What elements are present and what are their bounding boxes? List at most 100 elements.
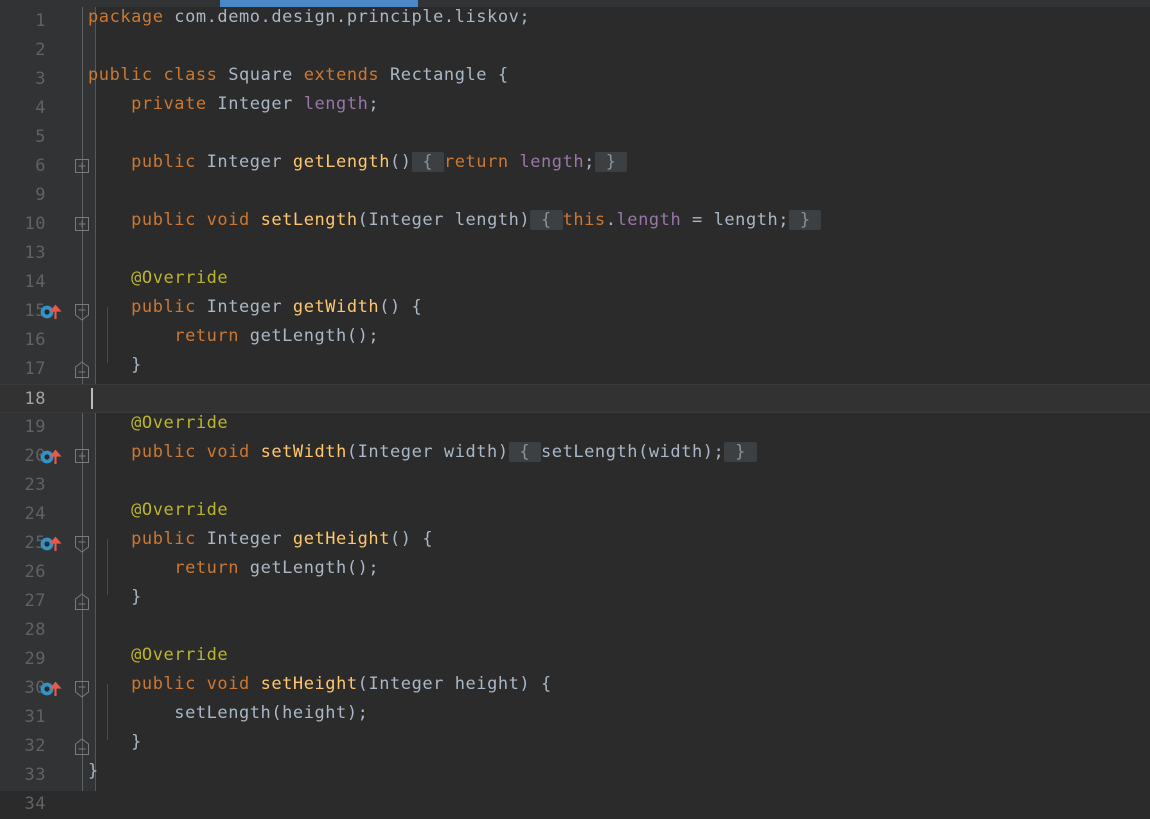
fold-collapse-icon[interactable] xyxy=(75,536,90,553)
editor-line-row[interactable]: 33 xyxy=(0,761,1150,790)
editor-line-row[interactable]: 18 xyxy=(0,384,1150,413)
code-line[interactable]: } xyxy=(88,587,142,607)
line-number[interactable]: 13 xyxy=(0,239,46,268)
code-token: Integer xyxy=(206,529,293,549)
folded-code-region[interactable]: { xyxy=(411,152,444,172)
code-token: setLength(height); xyxy=(174,703,369,723)
code-token: setLength xyxy=(260,210,358,230)
code-line[interactable]: public Integer getLength() { return leng… xyxy=(88,152,628,172)
code-line[interactable]: public void setHeight(Integer height) { xyxy=(88,674,552,694)
code-token: return xyxy=(174,558,250,578)
editor-line-row[interactable]: 32 xyxy=(0,732,1150,761)
folded-code-region[interactable]: { xyxy=(508,442,541,462)
line-number[interactable]: 34 xyxy=(0,790,46,819)
line-number[interactable]: 18 xyxy=(0,385,46,414)
code-line[interactable]: public Integer getWidth() { xyxy=(88,297,422,317)
fold-expand-icon[interactable] xyxy=(75,217,90,232)
editor-line-row[interactable]: 5 xyxy=(0,123,1150,152)
line-number[interactable]: 1 xyxy=(0,7,46,36)
line-number[interactable]: 10 xyxy=(0,210,46,239)
folded-code-region[interactable]: } xyxy=(724,442,757,462)
code-line[interactable]: @Override xyxy=(88,268,228,288)
line-number[interactable]: 26 xyxy=(0,558,46,587)
editor-line-row[interactable]: 23 xyxy=(0,471,1150,500)
code-line[interactable]: } xyxy=(88,732,142,752)
overriding-method-icon[interactable] xyxy=(40,303,64,320)
line-number[interactable]: 16 xyxy=(0,326,46,355)
folded-code-region[interactable]: } xyxy=(594,152,628,172)
horizontal-scrollbar-thumb[interactable] xyxy=(220,0,418,7)
folded-code-region[interactable]: } xyxy=(789,210,822,230)
code-token: () xyxy=(390,152,412,172)
line-number[interactable]: 2 xyxy=(0,36,46,65)
line-number[interactable]: 33 xyxy=(0,761,46,790)
line-number[interactable]: 5 xyxy=(0,123,46,152)
code-token: getLength xyxy=(249,558,347,578)
code-line[interactable]: public void setLength(Integer length) { … xyxy=(88,210,822,230)
folded-code-region[interactable]: { xyxy=(530,210,563,230)
fold-collapse-icon[interactable] xyxy=(75,681,90,698)
code-line[interactable]: } xyxy=(88,355,142,375)
code-token: getLength xyxy=(292,152,390,172)
fold-region-end-icon[interactable] xyxy=(75,593,90,610)
overriding-method-icon[interactable] xyxy=(40,535,64,552)
code-line[interactable]: package com.demo.design.principle.liskov… xyxy=(88,7,530,27)
code-token: ; xyxy=(584,152,595,172)
code-token: (); xyxy=(346,326,380,346)
code-line[interactable]: @Override xyxy=(88,413,228,433)
editor-line-row[interactable]: 13 xyxy=(0,239,1150,268)
horizontal-scrollbar-track[interactable] xyxy=(0,0,1150,7)
editor-line-row[interactable]: 27 xyxy=(0,587,1150,616)
line-number[interactable]: 28 xyxy=(0,616,46,645)
editor-line-row[interactable]: 28 xyxy=(0,616,1150,645)
code-line[interactable]: @Override xyxy=(88,500,228,520)
line-number[interactable]: 3 xyxy=(0,65,46,94)
code-line[interactable]: return getLength(); xyxy=(88,558,379,578)
fold-expand-icon[interactable] xyxy=(75,159,90,174)
code-line[interactable]: @Override xyxy=(88,645,228,665)
fold-collapse-icon[interactable] xyxy=(75,304,90,321)
code-line[interactable]: public class Square extends Rectangle { xyxy=(88,65,509,85)
code-line[interactable]: return getLength(); xyxy=(88,326,379,346)
line-number[interactable]: 9 xyxy=(0,181,46,210)
code-line[interactable]: private Integer length; xyxy=(88,94,379,114)
line-number[interactable]: 19 xyxy=(0,413,46,442)
code-line[interactable]: public void setWidth(Integer width) { se… xyxy=(88,442,757,462)
line-number[interactable]: 27 xyxy=(0,587,46,616)
overriding-method-icon[interactable] xyxy=(40,448,64,465)
editor-line-row[interactable]: 9 xyxy=(0,181,1150,210)
line-number[interactable]: 23 xyxy=(0,471,46,500)
overriding-method-icon[interactable] xyxy=(40,680,64,697)
code-token: () { xyxy=(379,297,423,317)
line-number[interactable]: 14 xyxy=(0,268,46,297)
line-number[interactable]: 17 xyxy=(0,355,46,384)
code-editor[interactable]: 1 2 3 4 5 6 9 10 13 14 15 16 17 18 19 20 23 24 25 26 27 28 29 3… xyxy=(0,7,1150,814)
line-number[interactable]: 29 xyxy=(0,645,46,674)
fold-region-end-icon[interactable] xyxy=(75,361,90,378)
line-number[interactable]: 6 xyxy=(0,152,46,181)
code-token: ; xyxy=(368,94,380,114)
fold-expand-icon[interactable] xyxy=(75,449,90,464)
code-token: void xyxy=(206,674,261,694)
line-number[interactable]: 31 xyxy=(0,703,46,732)
code-line[interactable]: setLength(height); xyxy=(88,703,368,723)
code-line[interactable]: } xyxy=(88,761,99,781)
fold-region-end-icon[interactable] xyxy=(75,738,90,755)
line-number[interactable]: 4 xyxy=(0,94,46,123)
code-token: Integer xyxy=(217,94,304,114)
line-number[interactable]: 24 xyxy=(0,500,46,529)
code-token: public xyxy=(131,529,207,549)
editor-line-row[interactable]: 34 xyxy=(0,790,1150,819)
code-token: extends xyxy=(303,65,390,85)
code-token: return xyxy=(174,326,250,346)
line-number[interactable]: 32 xyxy=(0,732,46,761)
code-line[interactable]: public Integer getHeight() { xyxy=(88,529,433,549)
editor-line-row[interactable]: 2 xyxy=(0,36,1150,65)
editor-line-row[interactable]: 17 xyxy=(0,355,1150,384)
